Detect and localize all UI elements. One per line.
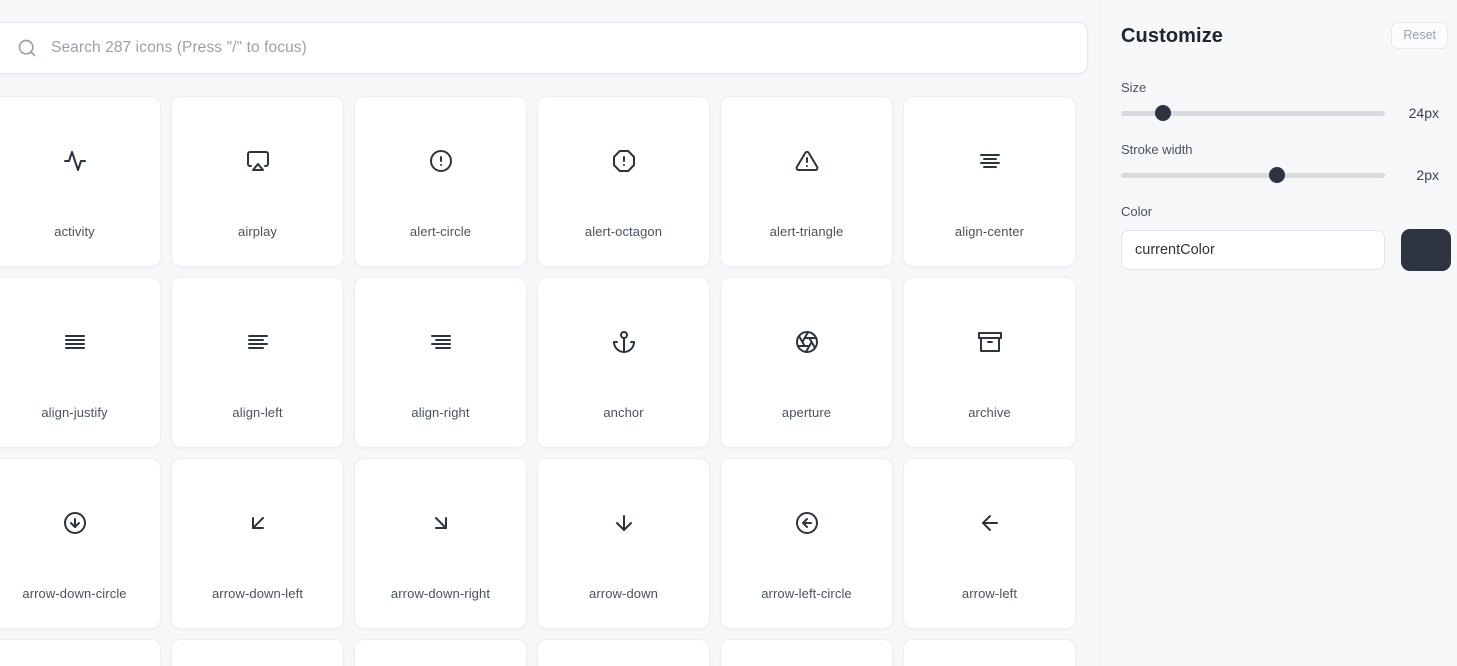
- arrow-left-circle-icon: [721, 459, 892, 587]
- icon-glyph: [355, 640, 526, 666]
- size-slider[interactable]: [1121, 105, 1385, 121]
- anchor-icon: [538, 278, 709, 406]
- icon-card-label: alert-octagon: [584, 224, 663, 239]
- icon-card-arrow-left[interactable]: arrow-left: [903, 458, 1076, 629]
- icon-card-align-justify[interactable]: align-justify: [0, 277, 161, 448]
- icon-card[interactable]: [354, 639, 527, 666]
- icon-card-alert-octagon[interactable]: alert-octagon: [537, 96, 710, 267]
- color-input[interactable]: [1121, 230, 1385, 270]
- icon-glyph: [721, 640, 892, 666]
- search-bar: [0, 22, 1088, 74]
- arrow-down-circle-icon: [0, 459, 160, 587]
- icon-card-label: activity: [54, 224, 95, 239]
- alert-circle-icon: [355, 97, 526, 225]
- archive-icon: [904, 278, 1075, 406]
- size-value: 24px: [1408, 105, 1439, 121]
- icon-card-arrow-down[interactable]: arrow-down: [537, 458, 710, 629]
- icon-card-align-left[interactable]: align-left: [171, 277, 344, 448]
- icon-card-label: airplay: [238, 224, 277, 239]
- icon-card[interactable]: [537, 639, 710, 666]
- icon-card-activity[interactable]: activity: [0, 96, 161, 267]
- icon-gallery-app: activity airplay alert-circle alert-octagon…: [0, 0, 1457, 666]
- icon-card-label: arrow-down-right: [390, 586, 491, 601]
- icon-card-label: anchor: [603, 405, 644, 420]
- stroke-slider-row: 2px: [1121, 167, 1448, 183]
- search-input[interactable]: [51, 39, 1073, 57]
- icon-card[interactable]: [0, 639, 161, 666]
- icon-browser-main: activity airplay alert-circle alert-octagon…: [0, 0, 1100, 666]
- size-slider-thumb[interactable]: [1155, 105, 1172, 121]
- size-field: Size 24px: [1121, 81, 1448, 121]
- size-slider-row: 24px: [1121, 105, 1448, 121]
- stroke-slider-thumb[interactable]: [1268, 167, 1285, 183]
- panel-title: Customize: [1121, 25, 1224, 47]
- icon-card-label: align-justify: [41, 405, 108, 420]
- icon-card-arrow-down-circle[interactable]: arrow-down-circle: [0, 458, 161, 629]
- search-box[interactable]: [0, 22, 1088, 74]
- icon-card-label: archive: [968, 405, 1011, 420]
- alert-triangle-icon: [721, 97, 892, 225]
- icon-card-label: arrow-left: [961, 586, 1018, 601]
- icon-card-label: align-center: [954, 224, 1025, 239]
- search-icon: [17, 38, 37, 58]
- icon-card-arrow-down-left[interactable]: arrow-down-left: [171, 458, 344, 629]
- align-justify-icon: [0, 278, 160, 406]
- arrow-left-icon: [904, 459, 1075, 587]
- icon-card-label: arrow-down: [589, 586, 658, 601]
- icon-glyph: [904, 640, 1075, 666]
- icon-glyph: [0, 640, 160, 666]
- aperture-icon: [721, 278, 892, 406]
- icon-card[interactable]: [903, 639, 1076, 666]
- color-field: Color: [1121, 204, 1451, 271]
- stroke-slider-track: [1121, 173, 1385, 178]
- icon-glyph: [538, 640, 709, 666]
- icon-card-label: arrow-left-circle: [761, 586, 852, 601]
- customize-panel: Customize Reset Size 24px Stroke width 2…: [1100, 0, 1457, 666]
- icon-card-aperture[interactable]: aperture: [720, 277, 893, 448]
- icon-card-label: align-left: [232, 405, 283, 420]
- arrow-down-right-icon: [355, 459, 526, 587]
- icon-card-align-center[interactable]: align-center: [903, 96, 1076, 267]
- arrow-down-icon: [538, 459, 709, 587]
- stroke-width-value: 2px: [1416, 167, 1439, 183]
- color-swatch-button[interactable]: [1401, 229, 1451, 271]
- alert-octagon-icon: [538, 97, 709, 225]
- stroke-width-label: Stroke width: [1121, 142, 1193, 157]
- icon-card-alert-circle[interactable]: alert-circle: [354, 96, 527, 267]
- customize-panel-header: Customize Reset: [1121, 22, 1448, 56]
- size-label: Size: [1121, 80, 1147, 95]
- align-right-icon: [355, 278, 526, 406]
- icon-card-label: alert-circle: [409, 224, 472, 239]
- airplay-icon: [172, 97, 343, 225]
- icon-card-label: alert-triangle: [769, 224, 844, 239]
- icon-card-airplay[interactable]: airplay: [171, 96, 344, 267]
- icon-card-label: arrow-down-circle: [22, 586, 127, 601]
- icon-card-arrow-down-right[interactable]: arrow-down-right: [354, 458, 527, 629]
- icon-card-arrow-left-circle[interactable]: arrow-left-circle: [720, 458, 893, 629]
- icon-card[interactable]: [720, 639, 893, 666]
- color-row: [1121, 229, 1451, 271]
- icon-card[interactable]: [171, 639, 344, 666]
- activity-icon: [0, 97, 160, 225]
- align-left-icon: [172, 278, 343, 406]
- stroke-width-field: Stroke width 2px: [1121, 143, 1448, 183]
- icon-card-alert-triangle[interactable]: alert-triangle: [720, 96, 893, 267]
- icon-glyph: [172, 640, 343, 666]
- icon-grid: activity airplay alert-circle alert-octagon…: [0, 96, 1092, 666]
- icon-card-align-right[interactable]: align-right: [354, 277, 527, 448]
- arrow-down-left-icon: [172, 459, 343, 587]
- stroke-width-slider[interactable]: [1121, 167, 1385, 183]
- reset-button[interactable]: Reset: [1391, 22, 1448, 49]
- icon-card-label: arrow-down-left: [211, 586, 304, 601]
- icon-card-label: aperture: [781, 405, 832, 420]
- icon-card-archive[interactable]: archive: [903, 277, 1076, 448]
- align-center-icon: [904, 97, 1075, 225]
- icon-card-anchor[interactable]: anchor: [537, 277, 710, 448]
- icon-card-label: align-right: [411, 405, 470, 420]
- color-label: Color: [1121, 204, 1153, 219]
